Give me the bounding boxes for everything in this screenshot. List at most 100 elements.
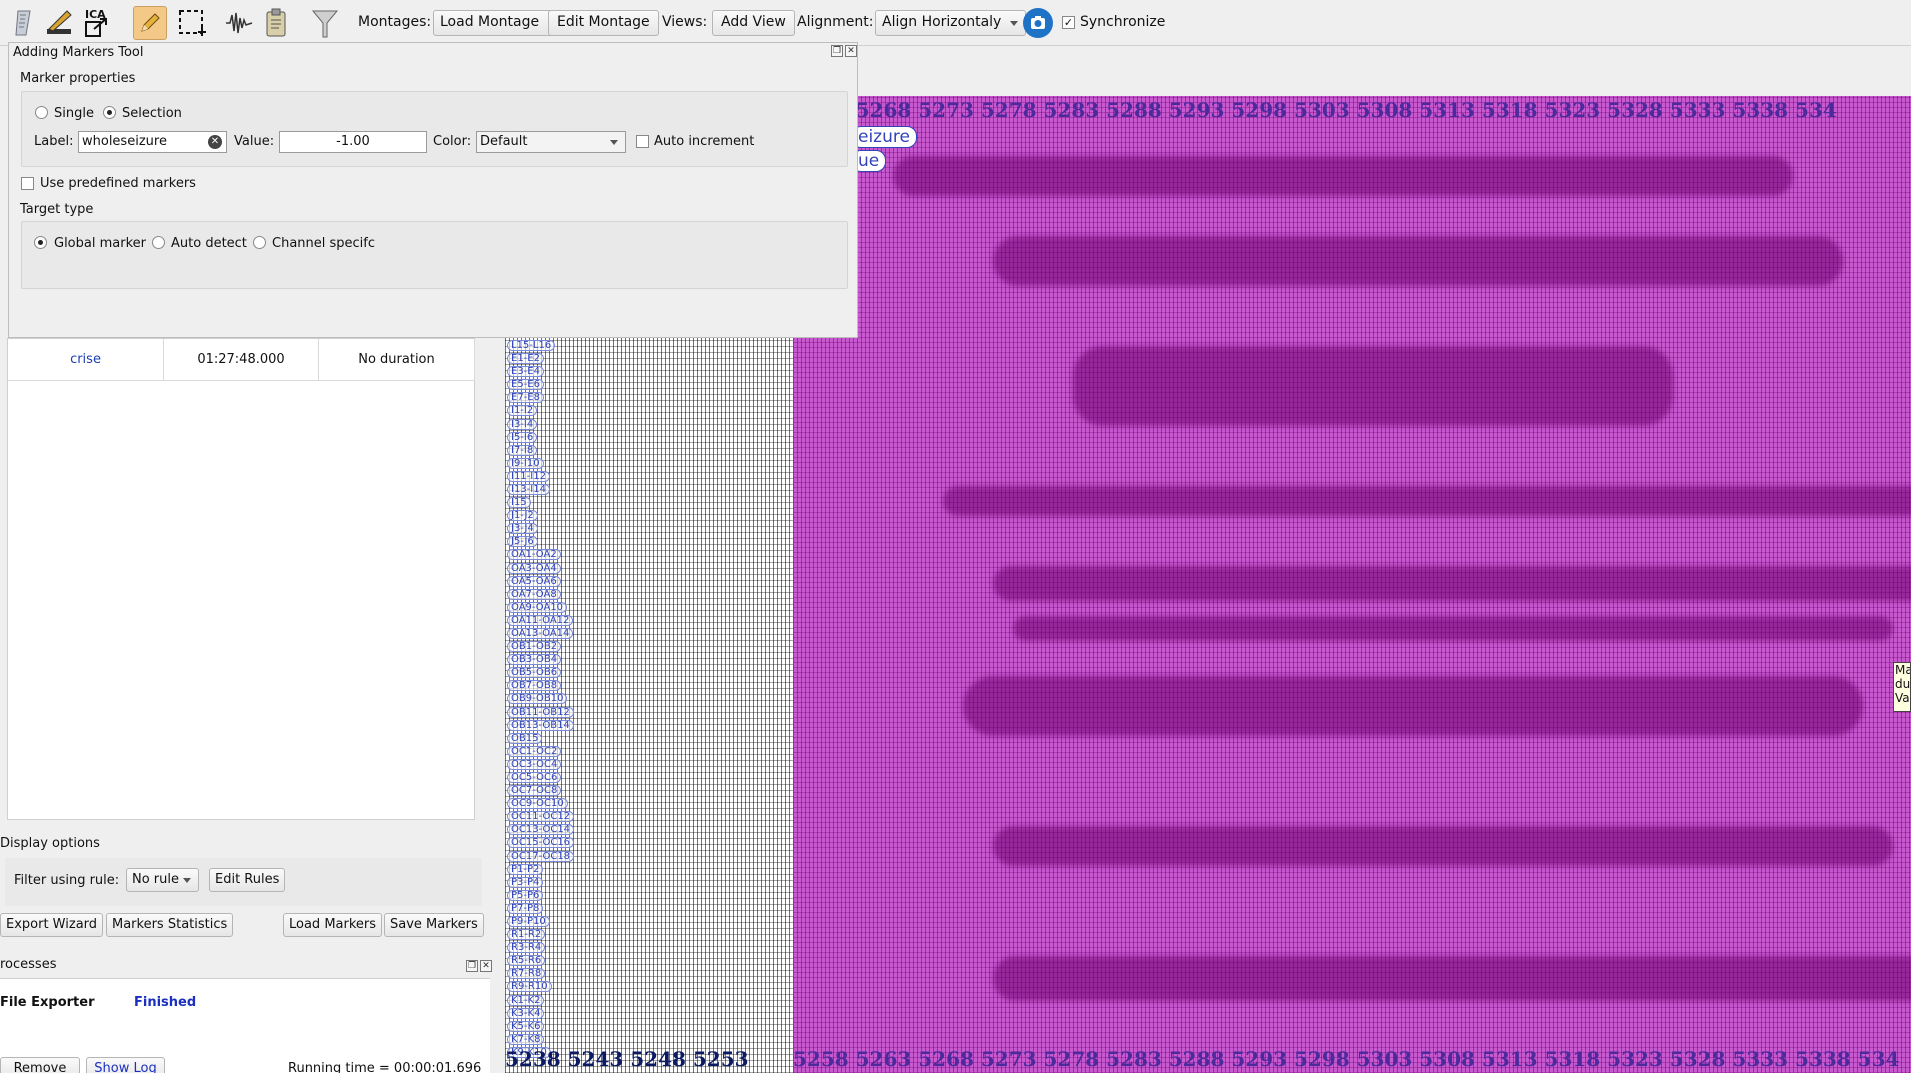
channel-label[interactable]: I1-I2 <box>507 405 538 417</box>
channel-label[interactable]: I15 <box>507 497 531 509</box>
float-icon[interactable]: ❐ <box>466 960 478 972</box>
marker-time-cell[interactable]: 01:27:48.000 <box>164 339 319 381</box>
channel-label[interactable]: OB11-OB12 <box>507 706 574 718</box>
synchronize-label: Synchronize <box>1080 14 1166 30</box>
synchronize-checkbox[interactable]: ✓ <box>1062 16 1075 29</box>
filter-rule-combo[interactable]: No rule <box>126 868 199 892</box>
markers-statistics-button[interactable]: Markers Statistics <box>106 913 234 937</box>
channel-label[interactable]: E5-E6 <box>507 379 544 391</box>
clipboard-icon[interactable] <box>259 6 293 40</box>
channel-label[interactable]: OB7-OB8 <box>507 680 562 692</box>
selection-rect-icon[interactable] <box>175 6 209 40</box>
channel-label[interactable]: R7-R8 <box>507 968 546 980</box>
channel-label[interactable]: E7-E8 <box>507 392 544 404</box>
channel-label[interactable]: P1-P2 <box>507 863 544 875</box>
edit-rules-button[interactable]: Edit Rules <box>209 868 286 892</box>
alignment-combo[interactable]: Align Horizontaly <box>875 10 1027 36</box>
camera-icon[interactable] <box>1023 8 1053 38</box>
channel-label[interactable]: K3-K4 <box>507 1007 545 1019</box>
channel-label[interactable]: OC11-OC12 <box>507 811 575 823</box>
channel-label[interactable]: OC17-OC18 <box>507 850 575 862</box>
channel-label[interactable]: I13-I14 <box>507 484 550 495</box>
channel-label[interactable]: OB15 <box>507 732 543 744</box>
filter-funnel-icon[interactable] <box>308 6 342 40</box>
close-icon[interactable]: ✕ <box>845 45 857 57</box>
channel-label[interactable]: I11-I12 <box>507 470 550 482</box>
selection-radio[interactable] <box>103 106 116 119</box>
channel-label[interactable]: P7-P8 <box>507 902 544 914</box>
clear-icon[interactable]: ✕ <box>208 135 222 149</box>
selection-label: Selection <box>122 106 182 121</box>
channel-label[interactable]: OA5-OA6 <box>507 575 561 587</box>
color-combo[interactable]: Default <box>476 131 626 153</box>
channel-label[interactable]: J3-J4 <box>507 523 538 535</box>
channel-label[interactable]: R5-R6 <box>507 955 546 967</box>
channel-label[interactable]: OC13-OC14 <box>507 824 575 836</box>
channel-label[interactable]: OA9-OA10 <box>507 601 568 613</box>
main-toolbar: ICA Montages: Load Montage Edit Montage … <box>0 0 1911 46</box>
channel-label[interactable]: R3-R4 <box>507 942 546 954</box>
channel-label[interactable]: OB13-OB14 <box>507 719 574 731</box>
waveform-icon[interactable] <box>222 6 256 40</box>
marker-label-seizure[interactable]: eizure <box>851 126 917 148</box>
channel-label[interactable]: OC7-OC8 <box>507 785 562 797</box>
edit-montage-button[interactable]: Edit Montage <box>548 10 659 36</box>
float-icon[interactable]: ❐ <box>831 45 843 57</box>
channel-label[interactable]: OC5-OC6 <box>507 772 562 783</box>
channel-label[interactable]: I7-I8 <box>507 444 538 456</box>
close-icon[interactable]: ✕ <box>480 960 492 972</box>
channel-label[interactable]: OA7-OA8 <box>507 588 561 600</box>
remove-process-button[interactable]: Remove <box>0 1057 80 1073</box>
load-montage-combo[interactable]: Load Montage <box>433 10 565 36</box>
pencil-icon[interactable] <box>133 6 167 40</box>
add-view-button[interactable]: Add View <box>712 10 795 36</box>
channel-label[interactable]: J1-J2 <box>507 510 538 522</box>
channel-label[interactable]: I5-I6 <box>507 431 538 443</box>
channel-label[interactable]: P5-P6 <box>507 889 544 901</box>
channel-label[interactable]: P9-P10 <box>507 916 550 927</box>
channel-label[interactable]: OA3-OA4 <box>507 562 561 574</box>
ruler-icon[interactable] <box>8 6 42 40</box>
channel-label[interactable]: OC1-OC2 <box>507 745 562 757</box>
use-predefined-checkbox[interactable] <box>21 177 34 190</box>
value-input[interactable]: -1.00 <box>279 131 427 153</box>
auto-detect-radio[interactable] <box>152 236 165 249</box>
channel-label[interactable]: J5-J6 <box>507 536 538 548</box>
ica-export-icon[interactable]: ICA <box>80 6 114 40</box>
channel-specific-radio[interactable] <box>253 236 266 249</box>
channel-label[interactable]: K1-K2 <box>507 994 545 1006</box>
channel-label[interactable]: E1-E2 <box>507 353 544 365</box>
marker-name-cell[interactable]: crise <box>8 339 164 381</box>
single-radio[interactable] <box>35 106 48 119</box>
channel-label[interactable]: E3-E4 <box>507 366 544 378</box>
channel-label[interactable]: OB5-OB6 <box>507 667 562 679</box>
channel-label[interactable]: OA1-OA2 <box>507 549 561 561</box>
marker-duration-cell[interactable]: No duration <box>319 339 475 381</box>
channel-label[interactable]: P3-P4 <box>507 876 544 888</box>
channel-label[interactable]: I3-I4 <box>507 418 538 430</box>
label-input[interactable]: wholeseizure ✕ <box>78 131 227 153</box>
save-markers-button[interactable]: Save Markers <box>384 913 484 937</box>
channel-label[interactable]: OB1-OB2 <box>507 641 562 653</box>
pencil-ruler-icon[interactable] <box>42 6 76 40</box>
load-markers-button[interactable]: Load Markers <box>283 913 383 937</box>
channel-label[interactable]: R9-R10 <box>507 981 552 993</box>
process-status: Finished <box>134 995 197 1010</box>
channel-label[interactable]: OC9-OC10 <box>507 798 568 810</box>
channel-label[interactable]: OB9-OB10 <box>507 693 568 705</box>
chevron-down-icon <box>610 140 618 145</box>
show-log-button[interactable]: Show Log <box>86 1057 165 1073</box>
channel-label[interactable]: I9-I10 <box>507 457 544 469</box>
channel-label[interactable]: OC15-OC16 <box>507 837 575 849</box>
channel-label[interactable]: K5-K6 <box>507 1020 545 1032</box>
channel-label[interactable]: OA13-OA14 <box>507 628 574 639</box>
export-wizard-button[interactable]: Export Wizard <box>0 913 104 937</box>
channel-label[interactable]: L15-L16 <box>507 340 556 351</box>
channel-label[interactable]: R1-R2 <box>507 929 546 941</box>
channel-label[interactable]: K7-K8 <box>507 1033 545 1045</box>
channel-label[interactable]: OC3-OC4 <box>507 758 562 770</box>
channel-label[interactable]: OB3-OB4 <box>507 654 562 666</box>
global-marker-radio[interactable] <box>34 236 47 249</box>
channel-label[interactable]: OA11-OA12 <box>507 614 574 626</box>
auto-increment-checkbox[interactable] <box>636 135 649 148</box>
